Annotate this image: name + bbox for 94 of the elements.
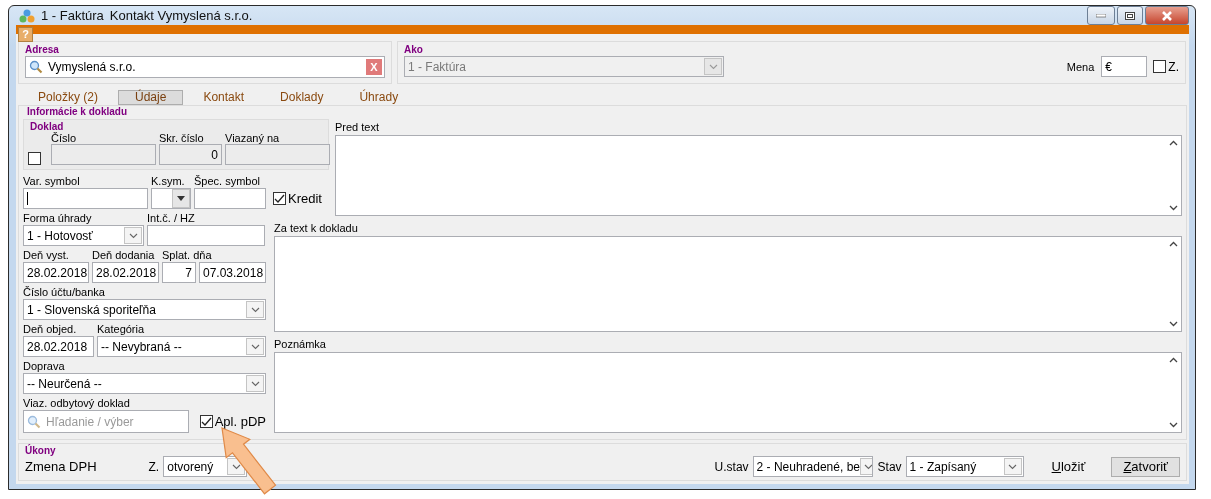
field-label: U.stav xyxy=(714,459,749,474)
caret-icon xyxy=(177,196,185,201)
scroll-down-icon xyxy=(1169,422,1178,428)
maximize-button[interactable] xyxy=(1117,6,1143,25)
checkbox[interactable] xyxy=(1153,60,1167,73)
dropdown[interactable]: 1 - Hotovosť xyxy=(23,225,144,246)
dropdown[interactable]: -- Nevybraná -- xyxy=(97,336,266,357)
date-field[interactable]: 07.03.2018 xyxy=(199,262,266,283)
checkbox[interactable] xyxy=(273,192,286,205)
search-icon xyxy=(27,414,41,429)
text-area[interactable] xyxy=(274,235,1182,333)
tab[interactable]: Úhrady xyxy=(343,89,415,105)
text-cursor xyxy=(27,192,28,205)
field-label: Stav xyxy=(877,459,902,474)
scroll-up-icon xyxy=(1169,357,1178,364)
search-field[interactable]: Vymyslená s.r.o. X xyxy=(25,56,385,78)
dropdown[interactable]: otvorený xyxy=(163,456,248,477)
text-field[interactable]: 7 xyxy=(162,262,196,283)
tab[interactable]: Doklady xyxy=(264,89,340,105)
group-label: Informácie k dokladu xyxy=(27,106,129,117)
chevron-down-icon xyxy=(250,306,260,313)
field-label: Číslo xyxy=(51,132,78,144)
dropdown[interactable]: -- Neurčená -- xyxy=(23,373,266,394)
group-label: Úkony xyxy=(25,445,57,456)
field-label: Viazaný na xyxy=(225,132,281,144)
checkbox[interactable] xyxy=(199,415,213,428)
text-field[interactable] xyxy=(225,144,330,165)
field-label: Var. symbol xyxy=(23,175,80,187)
chevron-down-icon xyxy=(1008,463,1018,470)
close-icon xyxy=(1161,10,1173,21)
checkbox[interactable] xyxy=(28,152,41,165)
text-field[interactable]: 0 xyxy=(159,144,222,165)
minimize-button[interactable] xyxy=(1087,6,1115,25)
field-label: Mena xyxy=(1066,60,1095,73)
field-label: Doprava xyxy=(23,360,65,372)
window-subtitle: Kontakt Vymyslená s.r.o. xyxy=(109,8,253,23)
tab[interactable]: Kontakt xyxy=(187,89,261,105)
dropdown[interactable]: 2 - Neuhradené, be xyxy=(752,456,873,477)
text-area[interactable] xyxy=(274,352,1182,433)
text-area[interactable] xyxy=(335,135,1182,216)
field-label: Viaz. odbytový doklad xyxy=(23,397,130,409)
field-label: Špec. symbol xyxy=(194,175,261,187)
chevron-down-icon xyxy=(128,232,138,239)
scroll-up-icon xyxy=(1169,140,1178,146)
close-form-button[interactable]: Zatvoriť xyxy=(1111,456,1180,477)
chevron-down-icon xyxy=(231,463,241,470)
text-field[interactable]: € xyxy=(1101,56,1148,77)
app-icon xyxy=(19,8,35,23)
field-label: Skr. číslo xyxy=(159,132,205,144)
field-label: Za text k dokladu xyxy=(274,221,358,234)
chevron-down-icon xyxy=(864,463,872,470)
field-label: Deň dodania xyxy=(92,249,155,261)
text-field[interactable] xyxy=(194,188,266,209)
field-label: Splat. dňa xyxy=(162,249,212,261)
field-label: Zmena DPH xyxy=(25,459,97,474)
group-label: Adresa xyxy=(25,44,60,55)
chevron-down-icon xyxy=(250,343,260,350)
scroll-up-icon xyxy=(1169,240,1178,247)
field-label: Poznámka xyxy=(274,338,326,351)
checkbox-label: Z. xyxy=(1168,59,1179,74)
field-label: Kategória xyxy=(97,323,145,335)
maximize-icon xyxy=(1125,11,1135,20)
text-field[interactable]: 28.02.2018 xyxy=(92,262,159,283)
dropdown[interactable]: 1 - Zapísaný xyxy=(905,456,1024,477)
text-field[interactable] xyxy=(147,225,265,246)
close-button[interactable] xyxy=(1145,6,1189,25)
scroll-down-icon xyxy=(1169,204,1178,211)
dropdown[interactable]: 1 - Slovenská sporiteľňa xyxy=(23,299,266,320)
window-title: 1 - Faktúra xyxy=(41,8,104,23)
text-field[interactable] xyxy=(23,188,148,209)
field-label: Deň vyst. xyxy=(23,249,69,261)
text-field[interactable]: 28.02.2018 xyxy=(23,262,89,283)
text-field[interactable]: 28.02.2018 xyxy=(23,336,94,357)
checkbox-label: Apl. pDP xyxy=(214,414,266,429)
scroll-down-icon xyxy=(1169,321,1178,328)
group-label: Doklad xyxy=(30,121,65,132)
minimize-icon xyxy=(1096,13,1106,18)
checkbox-label: Kredit xyxy=(288,191,322,206)
chevron-down-icon xyxy=(250,380,260,387)
field-label: Int.č. / HZ xyxy=(147,212,195,224)
tab[interactable]: Údaje xyxy=(118,89,184,105)
search-icon xyxy=(29,60,43,74)
save-button[interactable]: Uložiť xyxy=(1039,456,1098,477)
group-label: Ako xyxy=(404,44,424,55)
chevron-down-icon xyxy=(708,63,718,70)
text-field[interactable] xyxy=(51,144,156,165)
field-label: Pred text xyxy=(335,121,380,133)
tab[interactable]: Položky (2) xyxy=(22,89,115,105)
combo-box[interactable] xyxy=(151,188,191,209)
field-label: K.sym. xyxy=(151,175,185,187)
field-label: Forma úhrady xyxy=(23,212,92,224)
field-label: Deň objed. xyxy=(23,323,77,335)
field-label: Číslo účtu/banka xyxy=(23,286,105,298)
field-label: Z. xyxy=(148,459,160,474)
